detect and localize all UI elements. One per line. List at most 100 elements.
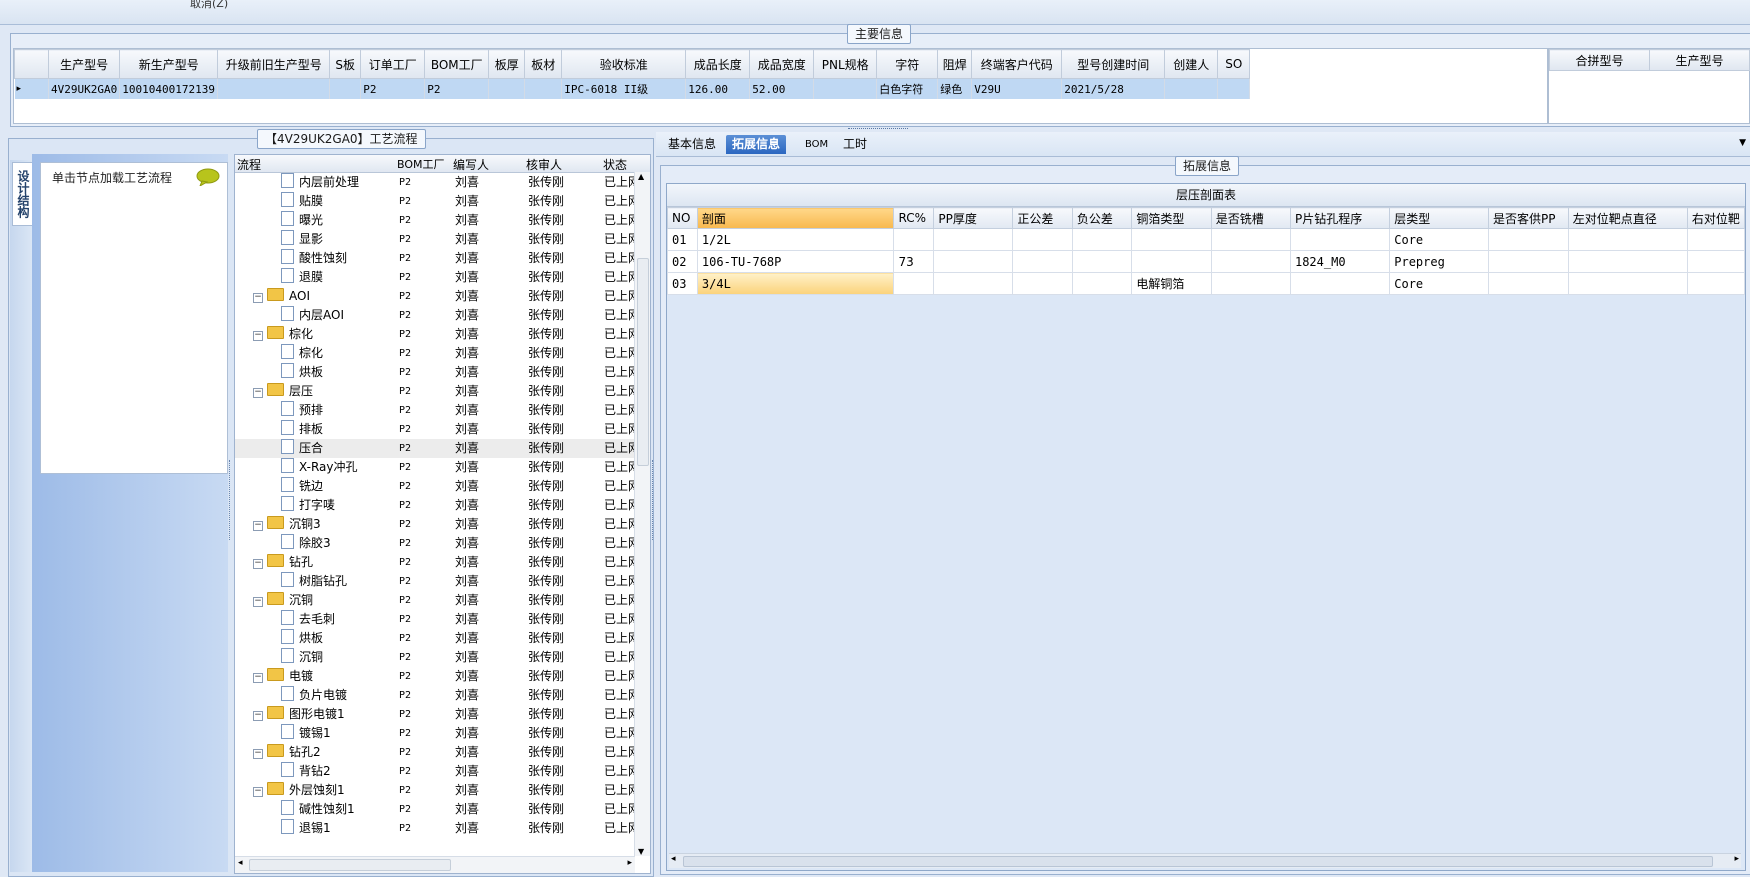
col-main-1[interactable]: 新生产型号	[119, 49, 219, 79]
tree-horizontal-scrollbar[interactable]: ◂ ▸	[235, 856, 635, 873]
layer-cell[interactable]	[1567, 250, 1688, 273]
tree-row[interactable]: 酸性蚀刻 P2 刘喜 张传刚 已上网	[235, 249, 635, 268]
tree-row[interactable]: 铣边 P2 刘喜 张传刚 已上网	[235, 477, 635, 496]
tree-row[interactable]: 内层前处理 P2 刘喜 张传刚 已上网	[235, 173, 635, 192]
layer-cell[interactable]	[1567, 228, 1688, 251]
tree-node-label[interactable]: − 钻孔	[253, 553, 313, 572]
col-main-14[interactable]: 终端客户代码	[971, 49, 1063, 79]
layer-cell[interactable]	[1071, 228, 1133, 251]
tree-row[interactable]: 内层AOI P2 刘喜 张传刚 已上网	[235, 306, 635, 325]
main-cell-7[interactable]	[524, 78, 563, 99]
layer-cell[interactable]	[893, 272, 935, 295]
layer-cell[interactable]	[1012, 250, 1073, 273]
tree-row[interactable]: 显影 P2 刘喜 张传刚 已上网	[235, 230, 635, 249]
tree-row[interactable]: 碱性蚀刻1 P2 刘喜 张传刚 已上网	[235, 800, 635, 819]
main-cell-10[interactable]: 52.00	[749, 78, 815, 99]
collapse-icon[interactable]: −	[253, 597, 263, 607]
tree-row[interactable]: 预排 P2 刘喜 张传刚 已上网	[235, 401, 635, 420]
main-cell-8[interactable]: IPC-6018 II级	[561, 78, 687, 99]
layer-col-6[interactable]: 铜箔类型	[1131, 207, 1212, 229]
layer-cell[interactable]	[1567, 272, 1688, 295]
tree-node-label[interactable]: 除胶3	[281, 534, 331, 553]
row-indicator[interactable]: ▸	[14, 78, 49, 99]
layer-horizontal-scrollbar[interactable]: ◂ ▸	[669, 853, 1741, 868]
tab-work-hours[interactable]: 工时	[837, 135, 873, 154]
layer-cell[interactable]	[1012, 228, 1073, 251]
tab-basic-info[interactable]: 基本信息	[662, 135, 722, 154]
col-status[interactable]: 状态	[603, 156, 627, 173]
collapse-icon[interactable]: −	[253, 559, 263, 569]
tree-node-label[interactable]: − 电镀	[253, 667, 313, 686]
main-cell-5[interactable]: P2	[424, 78, 490, 99]
main-cell-9[interactable]: 126.00	[685, 78, 751, 99]
collapse-icon[interactable]: −	[253, 673, 263, 683]
tree-row[interactable]: 沉铜 P2 刘喜 张传刚 已上网	[235, 648, 635, 667]
tree-node-label[interactable]: 烘板	[281, 363, 323, 382]
tree-row[interactable]: − 图形电镀1 P2 刘喜 张传刚 已上网	[235, 705, 635, 724]
tree-node-label[interactable]: 打字唛	[281, 496, 335, 515]
layer-col-10[interactable]: 是否客供PP	[1488, 207, 1569, 229]
layer-col-4[interactable]: 正公差	[1012, 207, 1073, 229]
col-main-15[interactable]: 型号创建时间	[1061, 49, 1166, 79]
tree-row[interactable]: 退锡1 P2 刘喜 张传刚 已上网	[235, 819, 635, 838]
col-process[interactable]: 流程	[237, 156, 261, 173]
layer-cell[interactable]	[1686, 250, 1746, 273]
tree-row[interactable]: − 钻孔 P2 刘喜 张传刚 已上网	[235, 553, 635, 572]
table-row[interactable]: 03 3/4L 电解铜箔 Core	[667, 272, 1746, 295]
scroll-up-arrow[interactable]: ▲	[638, 172, 644, 181]
layer-cell[interactable]: 1/2L	[696, 228, 895, 251]
layer-col-0[interactable]: NO	[667, 207, 698, 229]
splitter-left[interactable]	[229, 460, 233, 540]
layer-cell[interactable]: Core	[1389, 228, 1489, 251]
col-main-12[interactable]: 字符	[876, 49, 939, 79]
layer-cell[interactable]	[1210, 272, 1291, 295]
tree-node-label[interactable]: 曝光	[281, 211, 323, 230]
col-main-3[interactable]: S板	[329, 49, 362, 79]
layer-cell[interactable]	[1289, 272, 1391, 295]
main-cell-16[interactable]	[1164, 78, 1219, 99]
layer-cell[interactable]	[933, 272, 1014, 295]
main-cell-6[interactable]	[488, 78, 526, 99]
collapse-icon[interactable]: −	[253, 787, 263, 797]
tree-node-label[interactable]: 背钻2	[281, 762, 331, 781]
col-reviewer[interactable]: 核审人	[526, 156, 562, 173]
layer-cell[interactable]: 02	[667, 250, 698, 273]
main-cell-17[interactable]	[1217, 78, 1251, 99]
tree-row[interactable]: 背钻2 P2 刘喜 张传刚 已上网	[235, 762, 635, 781]
main-cell-2[interactable]	[217, 78, 331, 99]
tree-node-label[interactable]: 退锡1	[281, 819, 331, 838]
layer-hscroll-thumb[interactable]	[683, 856, 1713, 867]
tree-node-label[interactable]: 压合	[281, 439, 323, 458]
layer-cell[interactable]	[1131, 228, 1212, 251]
layer-col-2[interactable]: RC%	[893, 207, 935, 229]
col-main-2[interactable]: 升级前旧生产型号	[217, 49, 331, 79]
tree-row[interactable]: − 沉铜 P2 刘喜 张传刚 已上网	[235, 591, 635, 610]
layer-cell[interactable]	[1686, 272, 1746, 295]
layer-cell[interactable]: 73	[893, 250, 935, 273]
layer-col-8[interactable]: P片钻孔程序	[1289, 207, 1391, 229]
table-row[interactable]: 02 106-TU-768P 73 1824_M0 Prepreg	[667, 250, 1746, 273]
tab-dropdown-icon[interactable]: ▼	[1739, 138, 1746, 148]
layer-cell[interactable]: 106-TU-768P	[696, 250, 895, 273]
tree-node-label[interactable]: 显影	[281, 230, 323, 249]
tree-node-label[interactable]: − 沉铜	[253, 591, 313, 610]
tree-vertical-scrollbar[interactable]: ▲ ▼	[634, 172, 650, 856]
tree-row[interactable]: 退膜 P2 刘喜 张传刚 已上网	[235, 268, 635, 287]
col-production-model[interactable]: 生产型号	[1649, 49, 1750, 71]
col-main-5[interactable]: BOM工厂	[424, 49, 490, 79]
layer-cell[interactable]	[1289, 228, 1391, 251]
tree-row[interactable]: 贴膜 P2 刘喜 张传刚 已上网	[235, 192, 635, 211]
layer-cell[interactable]	[933, 250, 1014, 273]
tree-node-label[interactable]: 内层前处理	[281, 173, 359, 192]
collapse-icon[interactable]: −	[253, 293, 263, 303]
layer-cell[interactable]	[1210, 250, 1291, 273]
tree-node-label[interactable]: − 外层蚀刻1	[253, 781, 345, 800]
tree-row[interactable]: − 钻孔2 P2 刘喜 张传刚 已上网	[235, 743, 635, 762]
tree-row[interactable]: − 外层蚀刻1 P2 刘喜 张传刚 已上网	[235, 781, 635, 800]
col-main-7[interactable]: 板材	[524, 49, 563, 79]
layer-cell[interactable]	[1488, 250, 1569, 273]
tree-row[interactable]: 曝光 P2 刘喜 张传刚 已上网	[235, 211, 635, 230]
tree-node-label[interactable]: 碱性蚀刻1	[281, 800, 355, 819]
layer-cell[interactable]	[1071, 250, 1133, 273]
tree-node-label[interactable]: 排板	[281, 420, 323, 439]
